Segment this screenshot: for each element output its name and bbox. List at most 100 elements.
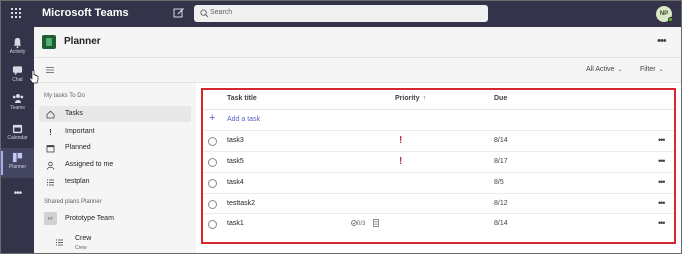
column-header-priority[interactable]: Priority ↑ <box>395 95 426 102</box>
hamburger-menu-icon[interactable] <box>46 66 54 74</box>
nav-item-assigned-to-me[interactable]: Assigned to me <box>39 157 191 173</box>
title-bar: Microsoft Teams Search NP <box>1 1 681 27</box>
note-icon <box>373 219 379 227</box>
task-due-date: 8/17 <box>494 158 508 165</box>
calendar-icon <box>12 124 23 134</box>
planner-icon <box>12 152 23 163</box>
exclamation-icon: ! <box>49 128 52 137</box>
teams-icon <box>12 94 23 103</box>
add-task-button[interactable]: + Add a task <box>203 111 674 129</box>
task-due-date: 8/12 <box>494 200 508 207</box>
nav-label-planned: Planned <box>65 144 91 151</box>
search-input[interactable]: Search <box>194 5 488 22</box>
row-more-icon[interactable]: ••• <box>658 198 666 208</box>
search-placeholder: Search <box>210 9 233 16</box>
chat-icon <box>12 66 23 76</box>
priority-header-label: Priority <box>395 95 420 102</box>
nav-label-tasks: Tasks <box>65 110 83 117</box>
page-title: Planner <box>64 36 101 47</box>
app-brand: Microsoft Teams <box>42 7 129 19</box>
rail-label-planner: Planner <box>8 164 27 170</box>
teams-window: Microsoft Teams Search NP Activity Chat … <box>0 0 682 254</box>
nav-label-assigned-to-me: Assigned to me <box>65 161 114 168</box>
complete-checkbox[interactable] <box>208 220 217 229</box>
checklist-progress: 0/3 <box>351 220 365 227</box>
app-header: Planner ••• <box>34 27 681 58</box>
nav-item-planned[interactable]: Planned <box>39 140 191 156</box>
person-icon <box>46 161 55 170</box>
rail-label-activity: Activity <box>9 49 26 55</box>
complete-checkbox[interactable] <box>208 137 217 146</box>
nav-item-prototype-team[interactable]: PT Prototype Team <box>39 210 191 228</box>
bell-icon <box>13 37 22 48</box>
row-more-icon[interactable]: ••• <box>658 218 666 228</box>
task-title[interactable]: task3 <box>227 137 244 144</box>
table-row[interactable]: task1 0/3 8/14 ••• <box>203 213 674 234</box>
complete-checkbox[interactable] <box>208 158 217 167</box>
task-title[interactable]: testtask2 <box>227 200 255 207</box>
planner-logo-icon <box>42 35 56 49</box>
row-more-icon[interactable]: ••• <box>658 135 666 145</box>
app-launcher-icon[interactable] <box>11 8 21 18</box>
all-active-dropdown[interactable]: All Active ⌄ <box>586 66 622 73</box>
table-row[interactable]: testtask2 8/12 ••• <box>203 193 674 214</box>
list-icon <box>47 179 54 186</box>
planner-left-nav: My tasks To Do Tasks ! Important Planned… <box>34 83 196 253</box>
nav-item-testplan[interactable]: testplan <box>39 174 191 190</box>
nav-item-tasks[interactable]: Tasks <box>39 106 191 122</box>
chevron-down-icon: ⌄ <box>658 67 664 73</box>
more-horizontal-icon: ••• <box>13 188 22 199</box>
complete-checkbox[interactable] <box>208 179 217 188</box>
rail-item-planner[interactable]: Planner <box>1 148 34 178</box>
filter-label: Filter <box>640 66 656 73</box>
list-icon <box>56 239 63 246</box>
table-row[interactable]: task4 8/5 ••• <box>203 172 674 193</box>
header-divider <box>203 109 674 110</box>
nav-item-crew[interactable]: Crew Crew <box>39 232 191 253</box>
task-title[interactable]: task4 <box>227 179 244 186</box>
nav-item-important[interactable]: ! Important <box>39 124 191 140</box>
column-header-task-title[interactable]: Task title <box>227 95 257 102</box>
nav-label-crew: Crew <box>75 235 92 242</box>
task-due-date: 8/14 <box>494 220 508 227</box>
sort-ascending-icon: ↑ <box>422 95 427 102</box>
priority-important-icon: ! <box>399 156 403 167</box>
plus-icon: + <box>209 112 216 124</box>
task-due-date: 8/5 <box>494 179 504 186</box>
shared-plans-header: Shared plans Planner <box>44 199 102 205</box>
rail-item-activity[interactable]: Activity <box>1 33 34 63</box>
home-icon <box>46 110 55 119</box>
search-icon <box>200 9 209 18</box>
priority-important-icon: ! <box>399 135 403 146</box>
add-task-label: Add a task <box>227 116 261 123</box>
nav-label-prototype-team: Prototype Team <box>65 215 114 222</box>
row-more-icon[interactable]: ••• <box>658 177 666 187</box>
plan-badge: PT <box>44 212 57 225</box>
nav-sublabel-crew: Crew <box>75 245 87 251</box>
header-more-icon[interactable]: ••• <box>657 35 667 47</box>
rail-item-teams[interactable]: Teams <box>1 89 34 119</box>
table-row[interactable]: task3 ! 8/14 ••• <box>203 130 674 151</box>
row-more-icon[interactable]: ••• <box>658 156 666 166</box>
calendar-icon <box>46 145 55 153</box>
task-title[interactable]: task1 <box>227 220 244 227</box>
new-chat-icon[interactable] <box>173 7 185 19</box>
nav-label-important: Important <box>65 128 95 135</box>
task-title[interactable]: task5 <box>227 158 244 165</box>
mouse-cursor-icon <box>29 70 39 84</box>
my-tasks-header: My tasks To Do <box>44 93 85 99</box>
chevron-down-icon: ⌄ <box>617 67 623 73</box>
toolbar: All Active ⌄ Filter ⌄ <box>34 58 681 83</box>
rail-more-apps-button[interactable]: ••• <box>1 183 34 199</box>
task-due-date: 8/14 <box>494 137 508 144</box>
checklist-count: 0/3 <box>357 221 366 227</box>
table-row[interactable]: task5 ! 8/17 ••• <box>203 151 674 172</box>
rail-item-calendar[interactable]: Calendar <box>1 119 34 149</box>
presence-status-icon <box>668 17 673 22</box>
app-rail: Activity Chat Teams Calendar Planner ••• <box>1 27 34 253</box>
complete-checkbox[interactable] <box>208 200 217 209</box>
rail-label-calendar: Calendar <box>7 135 28 141</box>
filter-dropdown[interactable]: Filter ⌄ <box>640 66 664 73</box>
all-active-label: All Active <box>586 66 615 73</box>
column-header-due[interactable]: Due <box>494 95 507 102</box>
